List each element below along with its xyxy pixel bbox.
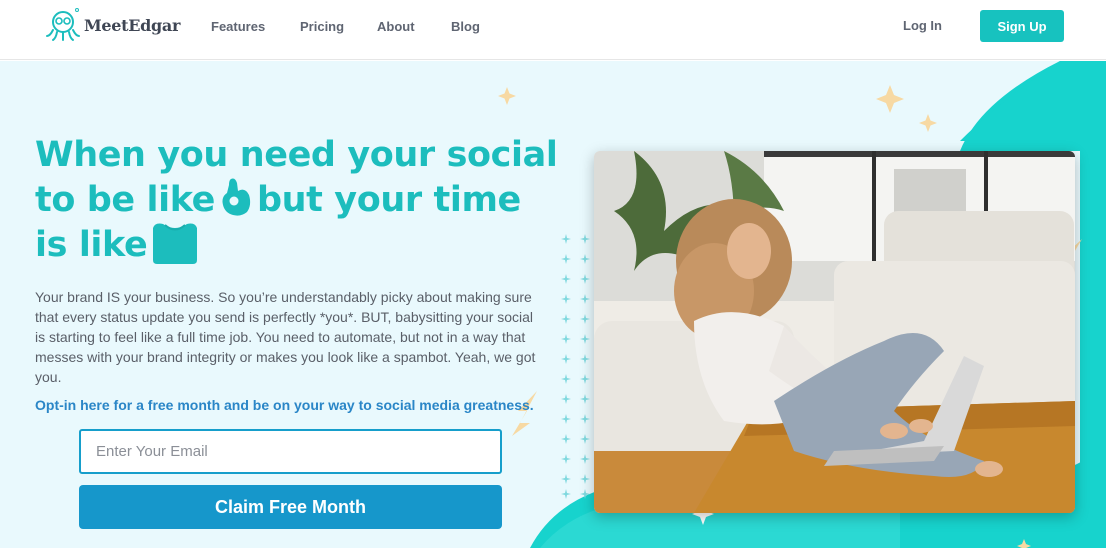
woman-with-laptop-image (594, 151, 1075, 513)
login-link[interactable]: Log In (903, 18, 942, 33)
headline-line-2-start: to be like (35, 180, 216, 220)
hero-section: When you need your social to be like but … (0, 61, 1106, 548)
email-input[interactable] (79, 429, 502, 474)
sparkle-grid-icon (561, 234, 590, 499)
signup-button[interactable]: Sign Up (980, 10, 1064, 42)
headline-line-2-end: but your time (257, 180, 521, 220)
headline-line-3: is like (35, 222, 575, 267)
optin-text: Opt-in here for a free month and be on y… (35, 397, 534, 413)
headline-line-2: to be like but your time (35, 177, 575, 222)
nav-pricing[interactable]: Pricing (300, 19, 344, 34)
nav-about[interactable]: About (377, 19, 415, 34)
shirt-icon (153, 223, 198, 264)
ok-hand-icon (222, 178, 251, 216)
logo[interactable]: MeetEdgar (44, 6, 180, 44)
octopus-logo-icon (46, 8, 80, 41)
headline-line-3-start: is like (35, 225, 148, 265)
logo-text: MeetEdgar (84, 15, 181, 35)
nav-features[interactable]: Features (211, 19, 265, 34)
hero-headline: When you need your social to be like but … (35, 133, 575, 267)
site-header: MeetEdgar Features Pricing About Blog Lo… (0, 0, 1106, 60)
headline-line-1: When you need your social (35, 135, 558, 175)
hero-photo (594, 151, 1075, 513)
nav-blog[interactable]: Blog (451, 19, 480, 34)
hero-description: Your brand IS your business. So you’re u… (35, 289, 536, 385)
claim-free-month-button[interactable]: Claim Free Month (79, 485, 502, 529)
